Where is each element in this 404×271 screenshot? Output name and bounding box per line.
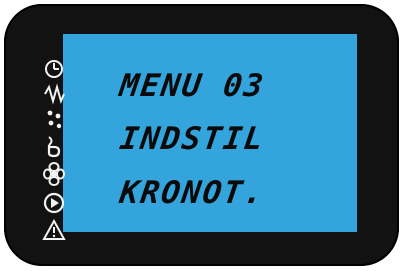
play-icon [43, 192, 65, 214]
display-line-2: INDSTIL [117, 121, 268, 157]
warning-icon [42, 219, 66, 240]
timer-icon [45, 60, 63, 78]
bottom-heat-icon [47, 136, 61, 158]
heating-element-icon [44, 83, 65, 105]
steam-icon [47, 110, 62, 129]
display-line-1: MENU 03 [117, 68, 268, 104]
convection-fan-icon [43, 162, 65, 186]
function-icon-strip [42, 55, 68, 245]
display-line-3: KRONOT. [117, 175, 268, 211]
